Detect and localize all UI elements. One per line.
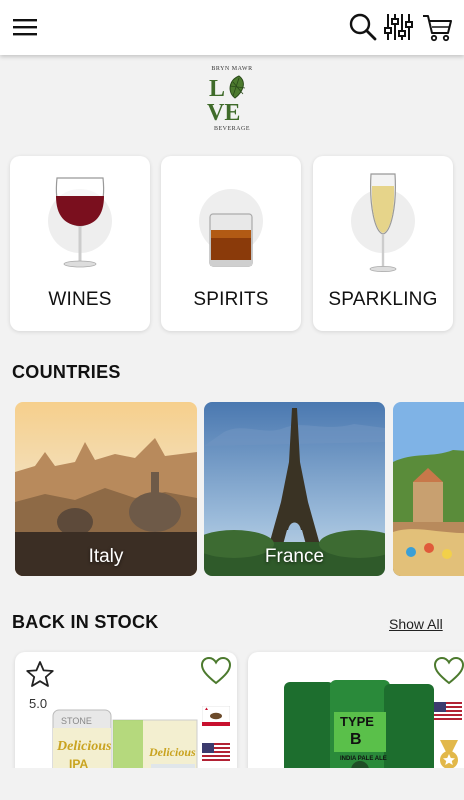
svg-text:Delicious: Delicious: [56, 739, 112, 754]
california-flag-icon: [201, 705, 231, 731]
category-label: SPARKLING: [328, 289, 438, 310]
category-card-spirits[interactable]: SPIRITS: [161, 156, 301, 331]
svg-text:B: B: [350, 731, 362, 748]
country-card-france[interactable]: France: [204, 402, 385, 576]
svg-text:L: L: [209, 76, 225, 102]
category-label: SPIRITS: [193, 289, 269, 310]
bottom-bar: [0, 768, 464, 800]
love-artichoke-logo-icon: L VE: [207, 75, 246, 126]
product-rating: 5.0: [29, 696, 48, 711]
svg-text:STONE: STONE: [61, 716, 92, 726]
country-name: Italy: [88, 546, 124, 567]
whiskey-glass-icon: [209, 213, 253, 267]
usa-flag-icon: [202, 743, 230, 768]
search-icon[interactable]: [346, 10, 380, 44]
show-all-link[interactable]: Show All: [389, 616, 443, 632]
spain-park-guell-image: [393, 402, 464, 576]
hamburger-menu-icon[interactable]: [8, 10, 42, 44]
logo-ve-text: VE: [207, 100, 240, 124]
country-card-italy[interactable]: Italy: [15, 402, 197, 576]
top-app-bar: [0, 0, 464, 55]
favorite-heart-icon[interactable]: [200, 656, 232, 691]
country-name: France: [264, 546, 325, 567]
star-rating-icon[interactable]: [25, 660, 55, 693]
champagne-flute-icon: [369, 173, 397, 273]
countries-title: COUNTRIES: [12, 362, 121, 382]
svg-text:TYPE: TYPE: [340, 714, 374, 729]
store-logo[interactable]: BRYN MAWR L VE BEVERAGE: [203, 66, 261, 134]
back-in-stock-title: BACK IN STOCK: [12, 612, 159, 632]
country-card-spain[interactable]: [393, 402, 464, 576]
category-card-wines[interactable]: WINES: [10, 156, 150, 331]
shopping-cart-icon[interactable]: [420, 10, 454, 44]
red-wine-glass-icon: [55, 177, 105, 268]
category-label: WINES: [48, 289, 112, 310]
filter-sliders-icon[interactable]: [381, 10, 415, 44]
logo-bottom-text: BEVERAGE: [214, 126, 250, 132]
usa-flag-icon: [434, 702, 462, 727]
category-card-sparkling[interactable]: SPARKLING: [313, 156, 453, 331]
svg-text:INDIA PALE ALE: INDIA PALE ALE: [340, 756, 387, 762]
svg-text:Delicious: Delicious: [148, 745, 196, 759]
